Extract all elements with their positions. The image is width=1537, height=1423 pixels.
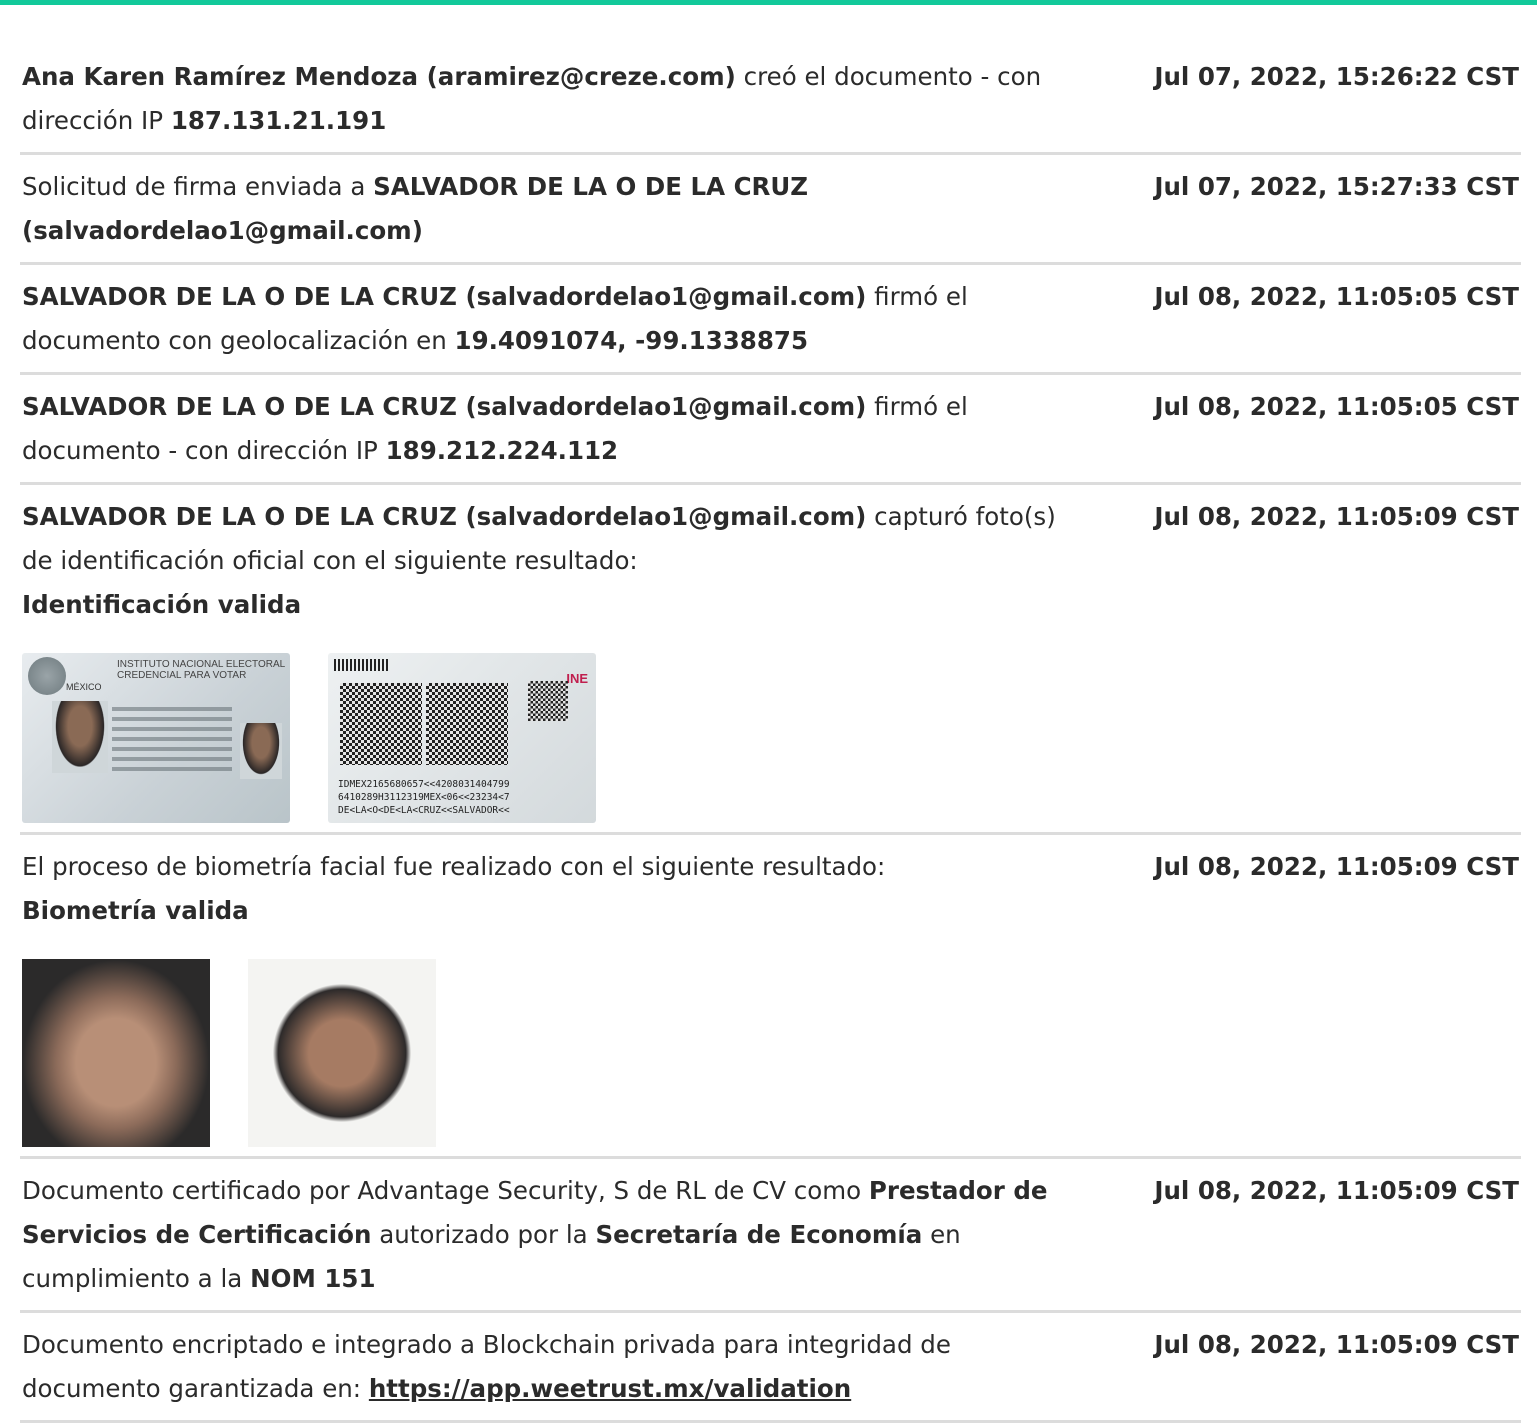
audit-entry-timestamp: Jul 08, 2022, 11:05:05 CST [1154,282,1519,311]
entry-text-bold: Ana Karen Ramírez Mendoza (aramirez@crez… [22,62,736,91]
id-card-title-1: INSTITUTO NACIONAL ELECTORAL [117,659,286,670]
id-face-crop-image [22,959,210,1147]
audit-entry: El proceso de biometría facial fue reali… [20,835,1521,1159]
qr-code-icon [528,681,568,721]
entry-text: autorizado por la [371,1220,596,1249]
selfie-image [248,959,436,1147]
audit-entry: SALVADOR DE LA O DE LA CRUZ (salvadordel… [20,485,1521,835]
entry-text-bold: SALVADOR DE LA O DE LA CRUZ (salvadordel… [22,392,867,421]
entry-text-bold: 19.4091074, -99.1338875 [454,326,808,355]
entry-text: Solicitud de firma enviada a [22,172,374,201]
entry-text-bold: 187.131.21.191 [170,106,387,135]
biometric-photos [22,959,1082,1147]
entry-text-bold: Secretaría de Economía [595,1220,923,1249]
id-card-front-image: MÉXICO INSTITUTO NACIONAL ELECTORAL CRED… [22,653,290,823]
national-seal-icon [28,657,66,695]
audit-entry-description: Ana Karen Ramírez Mendoza (aramirez@crez… [22,55,1082,143]
id-card-ghost-photo [240,723,282,779]
audit-trail-list: Ana Karen Ramírez Mendoza (aramirez@crez… [0,5,1537,1423]
validation-link[interactable]: https://app.weetrust.mx/validation [369,1374,851,1403]
id-card-photo [52,701,108,773]
audit-entry-description: Documento certificado por Advantage Secu… [22,1169,1082,1301]
audit-entry-description: SALVADOR DE LA O DE LA CRUZ (salvadordel… [22,385,1082,473]
id-card-back-image: INE IDMEX2165680657<<4208031404799 64102… [328,653,596,823]
barcode-icon [334,659,390,671]
audit-entry: SALVADOR DE LA O DE LA CRUZ (salvadordel… [20,265,1521,375]
audit-entry-timestamp: Jul 08, 2022, 11:05:09 CST [1154,1330,1519,1359]
entry-text: Documento certificado por Advantage Secu… [22,1176,869,1205]
entry-text: El proceso de biometría facial fue reali… [22,852,886,881]
audit-entry: SALVADOR DE LA O DE LA CRUZ (salvadordel… [20,375,1521,485]
audit-entry: Ana Karen Ramírez Mendoza (aramirez@crez… [20,45,1521,155]
audit-entry-description: El proceso de biometría facial fue reali… [22,845,1082,1147]
qr-code-icon [426,683,508,765]
audit-entry-timestamp: Jul 08, 2022, 11:05:09 CST [1154,852,1519,881]
entry-text-bold: Biometría valida [22,896,249,925]
entry-text-bold: Identificación valida [22,590,302,619]
audit-entry-timestamp: Jul 08, 2022, 11:05:05 CST [1154,392,1519,421]
audit-entry-description: Documento encriptado e integrado a Block… [22,1323,1082,1411]
id-card-text-lines [112,701,232,777]
ine-logo: INE [566,671,588,686]
entry-text-bold: 189.212.224.112 [385,436,619,465]
audit-entry-timestamp: Jul 07, 2022, 15:26:22 CST [1154,62,1519,91]
audit-entry: Solicitud de firma enviada a SALVADOR DE… [20,155,1521,265]
audit-entry-timestamp: Jul 07, 2022, 15:27:33 CST [1154,172,1519,201]
id-photos: MÉXICO INSTITUTO NACIONAL ELECTORAL CRED… [22,653,1082,823]
audit-entry-description: Solicitud de firma enviada a SALVADOR DE… [22,165,1082,253]
audit-entry-timestamp: Jul 08, 2022, 11:05:09 CST [1154,1176,1519,1205]
id-card-title-2: CREDENCIAL PARA VOTAR [117,670,247,681]
audit-entry-description: SALVADOR DE LA O DE LA CRUZ (salvadordel… [22,275,1082,363]
entry-text-bold: NOM 151 [250,1264,376,1293]
audit-entry-timestamp: Jul 08, 2022, 11:05:09 CST [1154,502,1519,531]
id-card-mrz: IDMEX2165680657<<4208031404799 6410289H3… [338,779,510,816]
audit-entry-description: SALVADOR DE LA O DE LA CRUZ (salvadordel… [22,495,1082,823]
audit-entry: Documento encriptado e integrado a Block… [20,1313,1521,1423]
entry-text-bold: SALVADOR DE LA O DE LA CRUZ (salvadordel… [22,282,867,311]
qr-code-icon [340,683,422,765]
entry-text-bold: SALVADOR DE LA O DE LA CRUZ (salvadordel… [22,502,867,531]
audit-entry: Documento certificado por Advantage Secu… [20,1159,1521,1313]
